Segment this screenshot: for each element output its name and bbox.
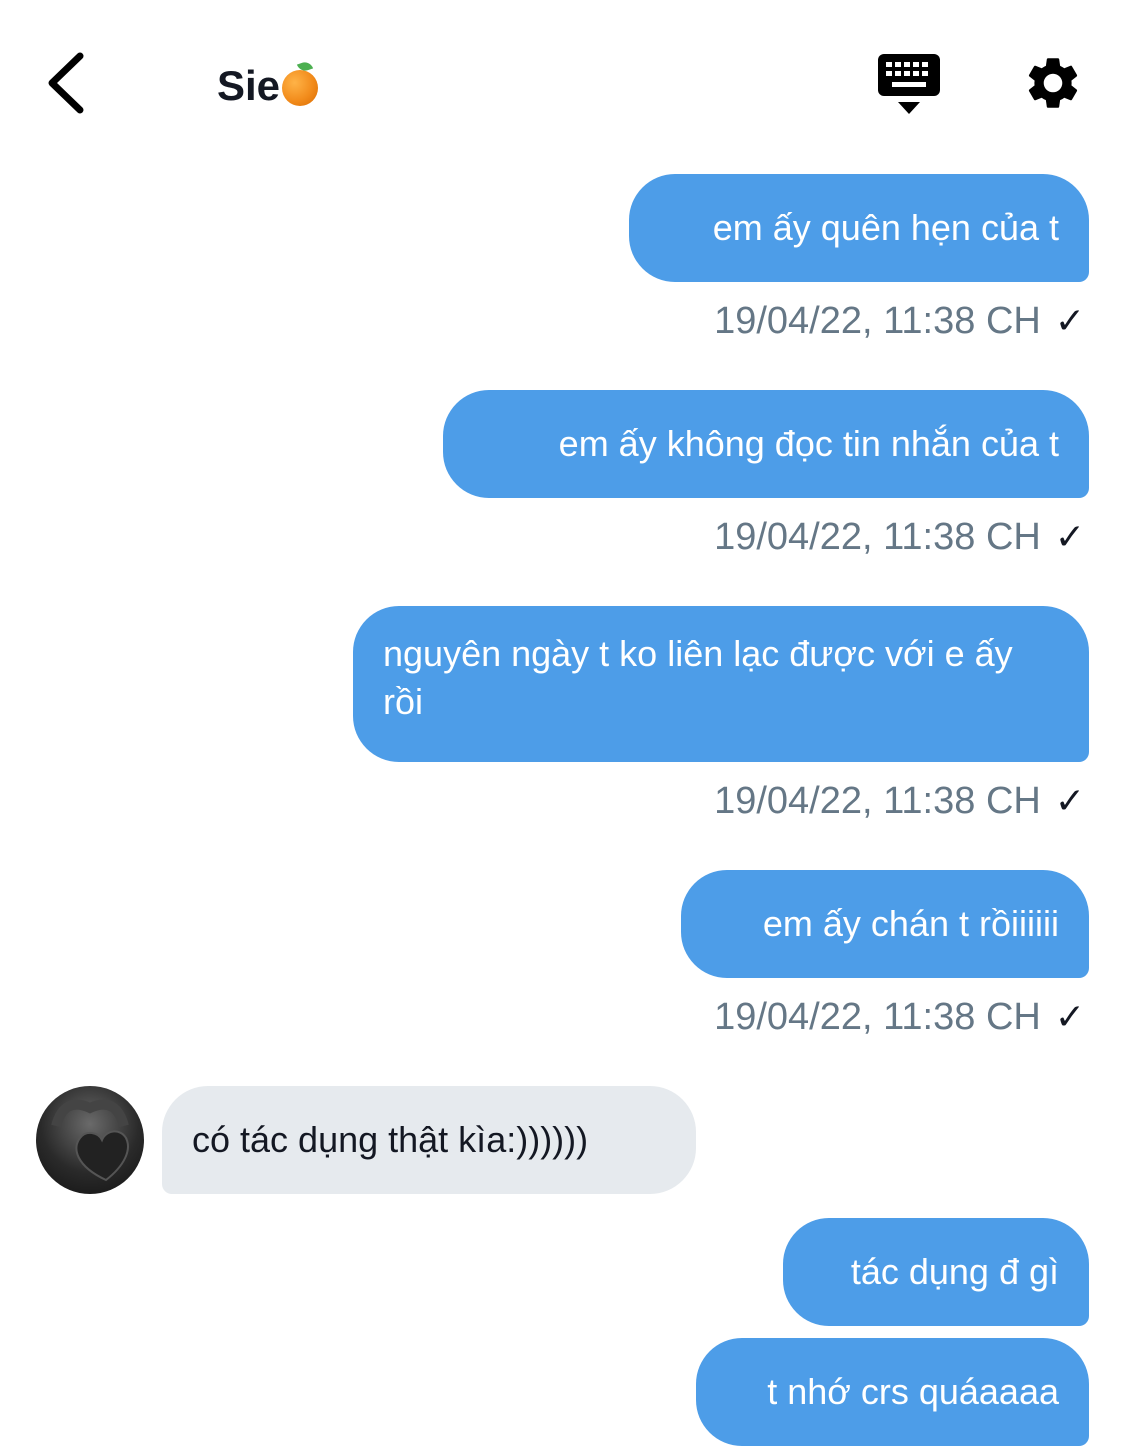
incoming-message[interactable]: có tác dụng thật kìa:)))))) — [162, 1086, 696, 1194]
gear-icon — [1028, 58, 1078, 108]
outgoing-message[interactable]: em ấy không đọc tin nhắn của t — [443, 390, 1089, 498]
timestamp: 19/04/22, 11:38 CH — [714, 516, 1041, 558]
timestamp: 19/04/22, 11:38 CH — [714, 996, 1041, 1038]
sent-check-icon: ✓ — [1054, 996, 1085, 1037]
outgoing-message[interactable]: em ấy chán t rồiiiiii — [681, 870, 1089, 978]
outgoing-message[interactable]: tác dụng đ gì — [783, 1218, 1089, 1326]
timestamp: 19/04/22, 11:38 CH — [714, 300, 1041, 342]
timestamp: 19/04/22, 11:38 CH — [714, 780, 1041, 822]
outgoing-message[interactable]: em ấy quên hẹn của t — [629, 174, 1089, 282]
outgoing-message[interactable]: t nhớ crs quáaaaa — [696, 1338, 1089, 1446]
heart-icon — [51, 1099, 129, 1182]
message-meta: 19/04/22, 11:38 CH ✓ — [714, 514, 1085, 560]
chat-header: Sie — [0, 0, 1125, 160]
conversation-title[interactable]: Sie — [217, 59, 319, 112]
chevron-left-icon — [48, 52, 84, 114]
sent-check-icon: ✓ — [1054, 516, 1085, 557]
contact-name: Sie — [217, 62, 281, 109]
keyboard-button[interactable] — [876, 52, 942, 118]
message-meta: 19/04/22, 11:38 CH ✓ — [714, 994, 1085, 1040]
settings-button[interactable] — [1022, 52, 1084, 114]
message-meta: 19/04/22, 11:38 CH ✓ — [714, 298, 1085, 344]
keyboard-icon — [878, 54, 940, 114]
sent-check-icon: ✓ — [1054, 300, 1085, 341]
outgoing-message[interactable]: nguyên ngày t ko liên lạc được với e ấy … — [353, 606, 1089, 762]
message-meta: 19/04/22, 11:38 CH ✓ — [714, 778, 1085, 824]
orange-emoji-icon — [282, 59, 319, 106]
sent-check-icon: ✓ — [1054, 780, 1085, 821]
avatar[interactable] — [36, 1086, 144, 1194]
back-button[interactable] — [40, 48, 100, 118]
